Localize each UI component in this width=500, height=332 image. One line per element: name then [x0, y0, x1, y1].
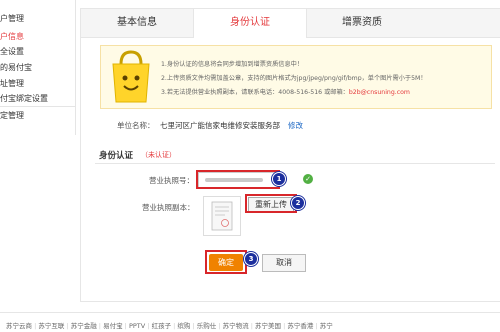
unit-name-value: 七里河区广能信家电维修安装服务部 — [160, 121, 280, 130]
license-copy-label: 营业执照副本： — [142, 203, 195, 212]
modify-link[interactable]: 修改 — [288, 120, 303, 131]
footer-link[interactable]: 易付宝 — [103, 322, 123, 330]
highlight-box-2 — [245, 194, 297, 213]
footer-link[interactable]: 苏宁美国 — [255, 322, 281, 330]
footer-link[interactable]: 苏宁金融 — [71, 322, 97, 330]
notice-box: 1.身份认证的信息将会同步增加到增票资质信息中！ 2.上传资质文件均需加盖公章，… — [100, 45, 492, 109]
sidebar-item-account-info[interactable]: 户信息 — [0, 31, 24, 42]
contact-email-link[interactable]: b2b@cnsuning.com — [349, 89, 410, 96]
highlight-box-3 — [205, 250, 247, 274]
step-marker-2: 2 — [291, 196, 305, 210]
footer-link[interactable]: 缤购 — [177, 322, 190, 330]
document-icon — [211, 201, 233, 231]
notice-line-3: 3.若无法提供营业执照副本，请联系电话：4008-516-516 或邮箱：b2b… — [161, 87, 410, 96]
highlight-box-1 — [196, 170, 280, 189]
tab-identity-verification[interactable]: 身份认证 — [193, 9, 307, 38]
check-icon: ✓ — [303, 174, 313, 184]
footer-link[interactable]: PPTV — [129, 322, 145, 330]
footer-link[interactable]: 苏宁 — [320, 322, 333, 330]
footer-link[interactable]: 苏宁云商 — [6, 322, 32, 330]
license-copy-thumbnail[interactable] — [203, 196, 241, 236]
sidebar-item-security-settings[interactable]: 全设置 — [0, 46, 24, 57]
sidebar-item-binding-management[interactable]: 定管理 — [0, 110, 24, 121]
footer-link-list: 苏宁云商 | 苏宁互联 | 苏宁金融 | 易付宝 | PPTV | 红孩子 | … — [6, 322, 333, 330]
sidebar-item-my-epay[interactable]: 的易付宝 — [0, 62, 32, 73]
notice-line-3-text: 3.若无法提供营业执照副本，请联系电话：4008-516-516 或邮箱： — [161, 89, 349, 96]
footer-link[interactable]: 苏宁物流 — [223, 322, 249, 330]
verification-status-badge: （未认证） — [141, 151, 176, 159]
step-marker-3: 3 — [244, 252, 258, 266]
tab-basic-info[interactable]: 基本信息 — [81, 9, 193, 37]
tab-vat-qualification[interactable]: 增票资质 — [306, 9, 418, 37]
footer-link[interactable]: 苏宁互联 — [38, 322, 64, 330]
notice-line-2: 2.上传资质文件均需加盖公章，支持的图片格式为jpg/jpeg/png/gif/… — [161, 75, 427, 82]
footer-link[interactable]: 乐购仕 — [197, 322, 217, 330]
sidebar-divider — [0, 106, 75, 107]
notice-line-1: 1.身份认证的信息将会同步增加到增票资质信息中！ — [161, 61, 304, 68]
cancel-button[interactable]: 取消 — [262, 254, 306, 272]
sidebar-item-address-management[interactable]: 址管理 — [0, 78, 24, 89]
section-title: 身份认证 — [99, 151, 134, 161]
section-header: 身份认证 （未认证） — [95, 146, 495, 164]
account-sidebar: 户管理 户信息 全设置 的易付宝 址管理 付宝绑定设置 定管理 — [0, 0, 76, 135]
sidebar-item-epay-binding[interactable]: 付宝绑定设置 — [0, 93, 48, 104]
sidebar-item-account-management[interactable]: 户管理 — [0, 13, 24, 24]
footer-link[interactable]: 红孩子 — [152, 322, 172, 330]
license-number-label: 营业执照号： — [149, 176, 194, 185]
step-marker-1: 1 — [272, 172, 286, 186]
shopping-bag-icon — [112, 50, 150, 103]
unit-name-label: 单位名称： — [117, 121, 155, 130]
footer-divider — [0, 312, 500, 313]
footer-link[interactable]: 苏宁香港 — [287, 322, 313, 330]
